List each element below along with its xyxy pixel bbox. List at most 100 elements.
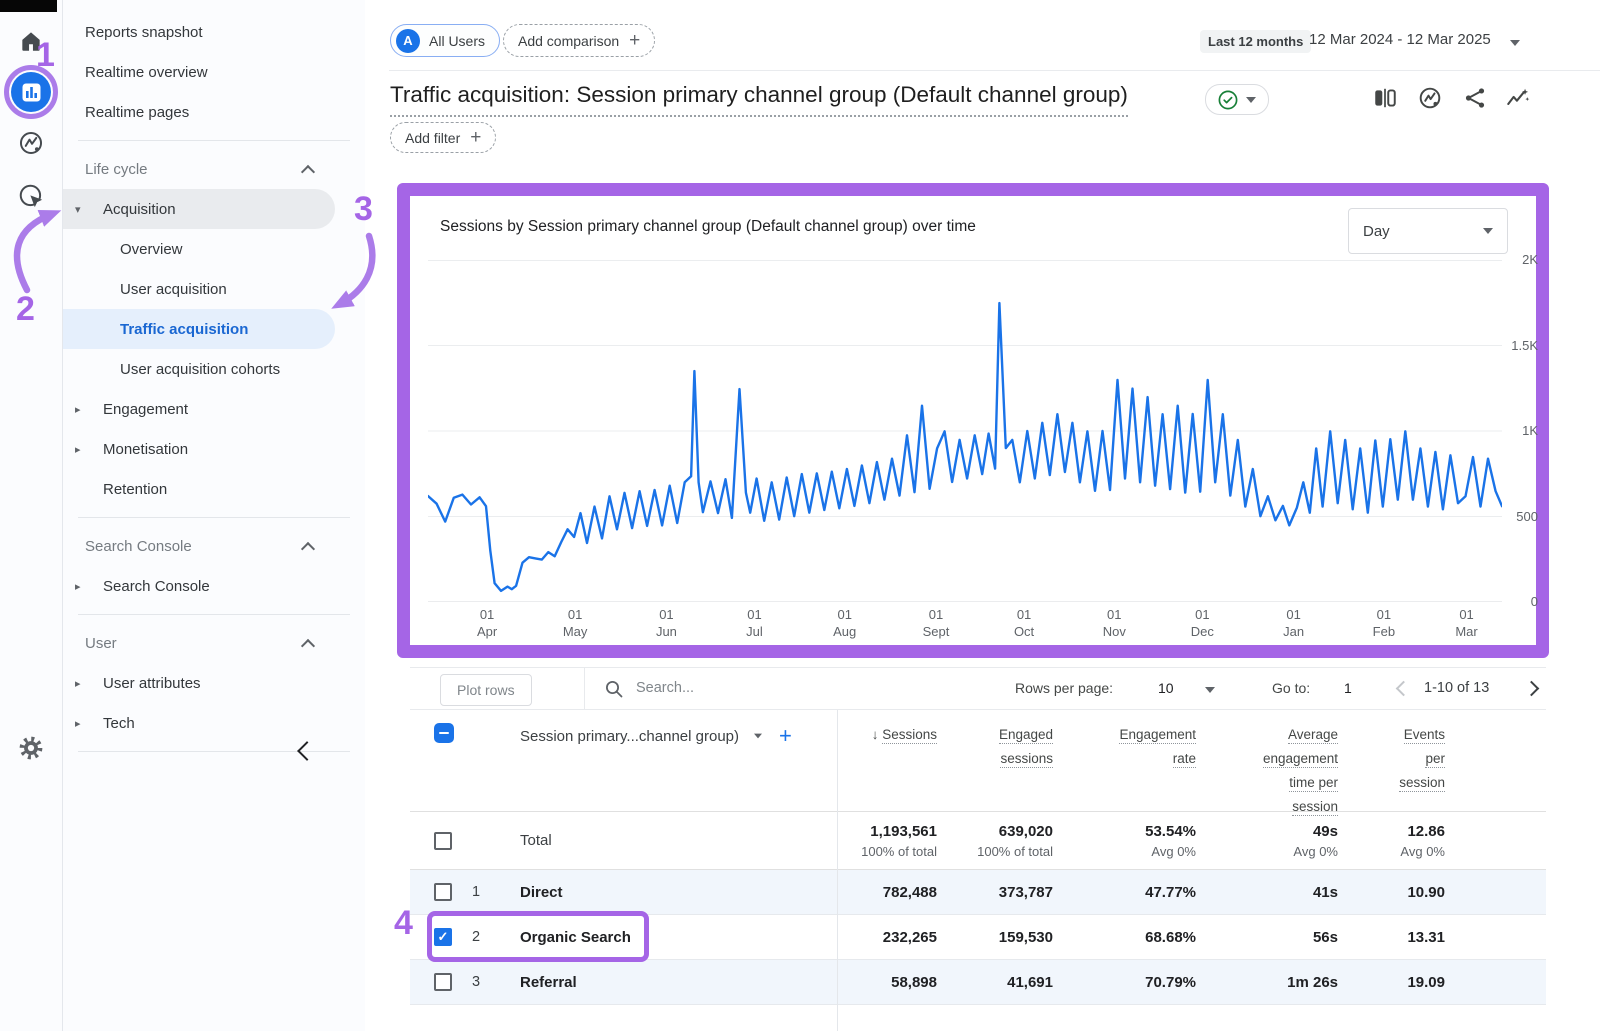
expander-right-icon[interactable]: ▸ [75,677,81,690]
audience-badge: A [396,29,420,53]
sessions-over-time-chart-card: Sessions by Session primary channel grou… [397,183,1549,658]
metric-value: 782,488 [837,884,937,901]
sort-desc-icon: ↓ [872,727,883,742]
sidebar-item-label: Acquisition [103,201,176,218]
x-axis-tick: 01Dec [1180,606,1224,640]
page-title[interactable]: Traffic acquisition: Session primary cha… [390,82,1128,117]
column-header-engaged-sessions[interactable]: Engagedsessions [937,723,1053,771]
metric-value: 56s [1196,929,1338,946]
annotation-step-3: 3 [354,190,373,229]
admin-gear-icon[interactable] [16,733,46,763]
add-metric-icon[interactable]: + [779,723,792,749]
column-header-sessions[interactable]: ↓ Sessions [837,723,937,747]
audience-chip-all-users[interactable]: A All Users [390,24,500,57]
go-to-input[interactable]: 1 [1344,680,1352,696]
row-checkbox[interactable] [434,973,452,991]
sidebar-item-realtime-overview[interactable]: Realtime overview [63,52,365,92]
sidebar-item-user-attributes[interactable]: ▸ User attributes [63,663,365,703]
rows-per-page-label: Rows per page: [1015,680,1113,696]
sidebar-item-realtime-pages[interactable]: Realtime pages [63,92,365,132]
x-axis-tick: 01Feb [1362,606,1406,640]
search-input[interactable]: Search... [636,680,694,696]
auto-insights-icon[interactable] [1505,85,1531,111]
metric-value: 70.79% [1053,974,1196,991]
reports-icon[interactable] [11,72,51,112]
sidebar-item-acquisition[interactable]: ▾ Acquisition [63,189,335,229]
select-all-checkbox[interactable] [434,723,454,743]
expander-right-icon[interactable]: ▸ [75,717,81,730]
row-checkbox[interactable] [434,883,452,901]
metric-value: 68.68% [1053,929,1196,946]
table-row-referral: 3Referral58,89841,69170.79%1m 26s19.09 [410,960,1546,1005]
metric-value: 19.09 [1338,974,1445,991]
sidebar-item-user-acquisition[interactable]: User acquisition [63,269,365,309]
search-icon[interactable] [604,679,624,699]
data-quality-badge[interactable] [1205,84,1269,115]
total-label: Total [506,832,837,849]
granularity-value: Day [1363,223,1390,240]
metric-value: 1m 26s [1196,974,1338,991]
comparisons-icon[interactable] [1372,85,1398,111]
dimension-header[interactable]: Session primary...channel group) + [506,723,837,749]
annotation-step-1: 1 [36,36,55,75]
date-caret-icon[interactable] [1510,40,1520,46]
column-header-events-per-session[interactable]: Eventspersession [1338,723,1445,795]
date-range-picker[interactable]: 12 Mar 2024 - 12 Mar 2025 [1309,31,1491,48]
x-axis-tick: 01Oct [1002,606,1046,640]
granularity-select[interactable]: Day [1348,208,1508,254]
sidebar-item-search-console[interactable]: ▸Search Console [63,566,365,606]
total-value: 1,193,561 [837,823,937,840]
share-icon[interactable] [1462,85,1488,111]
expander-right-icon[interactable]: ▸ [75,403,81,416]
row-checkbox[interactable]: ✓ [434,928,452,946]
sidebar-item-user-acquisition-cohorts[interactable]: User acquisition cohorts [63,349,365,389]
sidebar-item-engagement[interactable]: ▸Engagement [63,389,365,429]
sidebar-item-overview[interactable]: Overview [63,229,365,269]
sidebar-item-label: User attributes [103,675,201,692]
y-axis-tick: 2K [1500,252,1538,267]
sidebar-item-tech[interactable]: ▸Tech [63,703,365,743]
sidebar-section-user[interactable]: User [63,623,365,663]
total-row-checkbox[interactable] [434,832,452,850]
sidebar-section-search-console[interactable]: Search Console [63,526,365,566]
x-axis-tick: 01Nov [1092,606,1136,640]
annotation-step-2: 2 [16,290,35,329]
next-page-icon[interactable] [1524,681,1540,697]
column-header-engagement-rate[interactable]: Engagementrate [1053,723,1196,771]
column-header-avg-engagement-time[interactable]: Averageengagementtime persession [1196,723,1338,819]
expander-right-icon[interactable]: ▸ [75,580,81,593]
advertising-icon[interactable] [16,181,46,211]
rows-per-page-select[interactable]: 10 [1158,680,1174,696]
rows-per-page-caret-icon[interactable] [1205,687,1215,693]
plus-icon: + [470,128,481,147]
sidebar-divider [78,614,350,615]
prev-page-icon[interactable] [1396,681,1412,697]
explore-icon[interactable] [16,128,46,158]
window-corner [0,0,57,12]
sidebar-item-reports-snapshot[interactable]: Reports snapshot [63,12,365,52]
sidebar-item-traffic-acquisition[interactable]: Traffic acquisition [63,309,335,349]
sidebar-section-life-cycle[interactable]: Life cycle [63,149,365,189]
expander-right-icon[interactable]: ▸ [75,443,81,456]
row-number: 2 [458,929,506,945]
x-axis-tick: 01Jul [732,606,776,640]
plot-rows-button[interactable]: Plot rows [440,674,532,706]
table-row-direct: 1Direct782,488373,78747.77%41s10.90 [410,870,1546,915]
add-filter-button[interactable]: Add filter+ [390,122,496,153]
nav-rail [0,0,63,1031]
add-comparison-label: Add comparison [518,33,619,49]
sidebar-item-retention[interactable]: Retention [63,469,365,509]
chart-title: Sessions by Session primary channel grou… [440,218,976,236]
total-subtext: 100% of total [937,844,1053,859]
caret-down-icon [1483,228,1493,234]
table-header-row: Session primary...channel group) + ↓ Ses… [410,710,1546,812]
table-controls: Plot rows Search... Rows per page: 10 Go… [410,667,1546,710]
x-axis-tick: 01Mar [1445,606,1489,640]
sidebar-item-label: Overview [120,241,183,258]
sidebar-item-monetisation[interactable]: ▸Monetisation [63,429,365,469]
add-comparison-button[interactable]: Add comparison+ [503,24,655,57]
metric-value: 58,898 [837,974,937,991]
insights-gauge-icon[interactable] [1417,85,1443,111]
expander-down-icon[interactable]: ▾ [75,203,81,216]
caret-down-icon [754,734,762,739]
